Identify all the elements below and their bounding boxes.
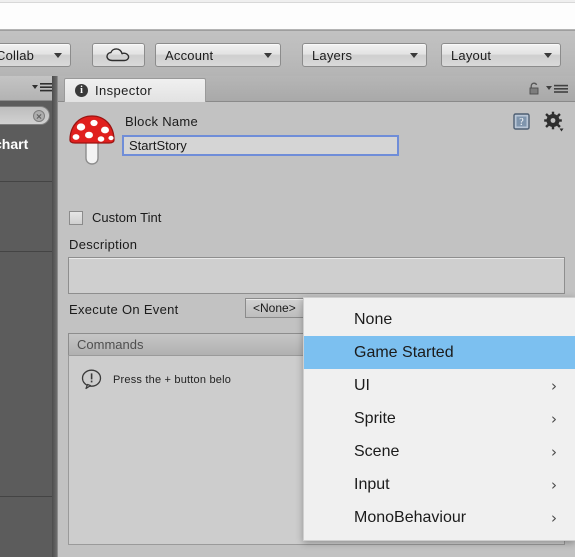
clear-search-icon[interactable] [33,110,45,122]
chevron-down-icon [264,53,272,58]
collab-button-label: Collab [0,47,35,63]
panel-divider [0,251,57,252]
submenu-arrow-icon: › [551,376,557,395]
window-title-bar-edge [0,0,575,3]
account-button-label: Account [165,47,214,63]
menu-item-input[interactable]: Input › [304,468,575,501]
layers-button[interactable]: Layers [302,43,427,67]
menu-item-none[interactable]: None [304,303,575,336]
cloud-button[interactable] [92,43,145,67]
chevron-down-icon [410,53,418,58]
flowchart-panel: chart [0,76,57,557]
collab-button[interactable]: Collab [0,43,71,67]
help-icon[interactable]: ? [512,112,531,131]
chevron-down-icon [54,53,62,58]
submenu-arrow-icon: › [551,475,557,494]
info-icon: i [75,84,88,97]
block-name-input[interactable]: StartStory [122,135,399,156]
menu-item-label: Input [354,475,390,493]
menu-item-label: Scene [354,442,400,460]
submenu-arrow-icon: › [551,409,557,428]
execute-on-event-value: <None> [253,301,296,315]
custom-tint-checkbox[interactable] [69,210,83,225]
panel-divider [0,181,57,182]
panel-divider [0,496,57,497]
menu-item-sprite[interactable]: Sprite › [304,402,575,435]
svg-text:?: ? [519,117,524,128]
custom-tint-row[interactable]: Custom Tint [69,210,161,225]
chevron-down-icon [544,53,552,58]
commands-hint-text: Press the + button belo [113,373,232,386]
custom-tint-label: Custom Tint [92,210,162,225]
tab-inspector-label: Inspector [95,83,153,98]
description-label: Description [69,237,138,252]
menu-item-label: UI [354,376,370,394]
execute-on-event-label: Execute On Event [69,302,179,317]
menu-item-label: Game Started [354,343,454,361]
account-button[interactable]: Account [155,43,281,67]
lock-icon[interactable] [528,82,540,95]
cloud-icon [105,48,129,62]
inspector-menu-icon[interactable] [545,84,569,94]
submenu-arrow-icon: › [551,508,557,527]
menu-item-ui[interactable]: UI › [304,369,575,402]
commands-header-label: Commands [77,337,144,352]
tab-inspector[interactable]: i Inspector [64,78,206,102]
menu-item-scene[interactable]: Scene › [304,435,575,468]
layout-button[interactable]: Layout [441,43,561,67]
fungus-mushroom-icon [69,115,115,165]
menu-item-label: Sprite [354,409,396,427]
layers-button-label: Layers [312,47,353,63]
commands-hint-row: Press the + button belo [81,369,231,390]
execute-on-event-menu: None Game Started UI › Sprite › Scene › … [303,297,575,541]
block-name-value: StartStory [129,138,187,153]
panel-menu-icon[interactable] [31,82,53,93]
menu-item-label: MonoBehaviour [354,508,467,526]
editor-toolbar: Collab Account Layers Layout [0,31,575,76]
menu-item-game-started[interactable]: Game Started [304,336,575,369]
description-textarea[interactable] [68,257,565,294]
layout-button-label: Layout [451,47,492,63]
block-name-label: Block Name [125,114,199,129]
inspector-tab-bar: i Inspector [58,76,575,102]
flowchart-search-input[interactable] [0,106,50,125]
unity-editor-window: Collab Account Layers Layout hart i Insp… [0,0,575,557]
flowchart-title: chart [0,136,29,152]
gear-icon[interactable] [543,111,565,133]
menu-item-label: None [354,310,393,328]
window-top-strip [0,0,575,30]
flowchart-panel-header [0,76,57,101]
menu-item-monobehaviour[interactable]: MonoBehaviour › [304,501,575,534]
submenu-arrow-icon: › [551,442,557,461]
info-bubble-icon [81,369,102,390]
